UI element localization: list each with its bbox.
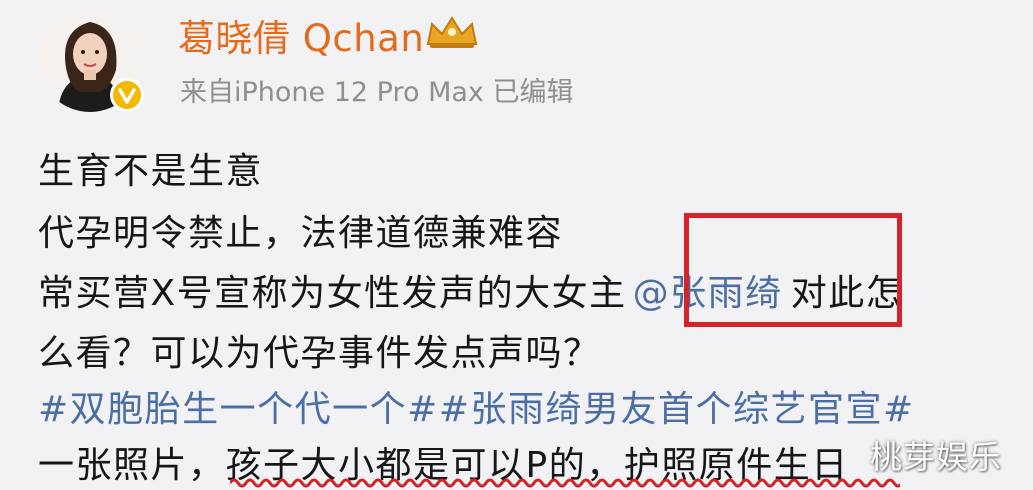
post-text-segment: 常买营X号宣称为女性发声的大女主 [38, 273, 627, 314]
wavy-underline [230, 478, 900, 488]
post-text-line-1: 生育不是生意 [38, 151, 264, 192]
post-source: 来自iPhone 12 Pro Max 已编辑 [180, 77, 574, 108]
hashtag-links[interactable]: #双胞胎生一个代一个##张雨绮男友首个综艺官宣# [38, 380, 915, 432]
mention-link[interactable]: @张雨绮 [633, 273, 783, 314]
author-name[interactable]: 葛晓倩 Qchan [178, 8, 424, 62]
post-text-segment: 对此怎 [790, 273, 904, 314]
post-text-line-2: 代孕明令禁止，法律道德兼难容 [38, 213, 564, 254]
verified-badge-icon [110, 78, 144, 112]
crown-member-icon [426, 16, 478, 48]
post-text-line-4: 么看？可以为代孕事件发点声吗？ [38, 333, 601, 374]
post-text-line-3: 常买营X号宣称为女性发声的大女主 @张雨绮 对此怎 [38, 264, 903, 316]
watermark: 桃芽娱乐 [870, 438, 1003, 476]
weibo-post: 葛晓倩 Qchan 来自iPhone 12 Pro Max 已编辑 生育不是生意… [0, 0, 1033, 490]
